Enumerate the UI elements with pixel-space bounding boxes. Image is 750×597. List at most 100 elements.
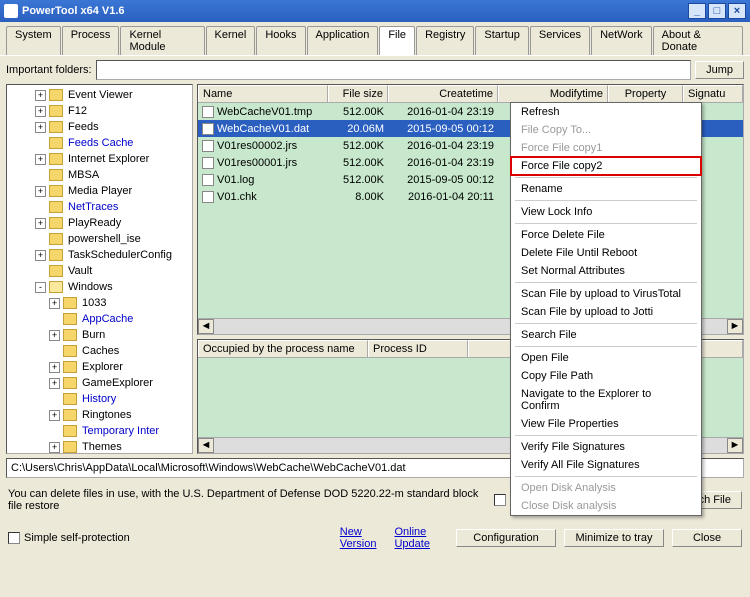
menu-item[interactable]: View File Properties	[511, 415, 701, 433]
menu-item[interactable]: Scan File by upload to Jotti	[511, 303, 701, 321]
close-icon[interactable]: ×	[728, 3, 746, 19]
col-header[interactable]: Signatu	[683, 85, 743, 102]
tree-node[interactable]: Temporary Inter	[7, 423, 192, 439]
col-process-name[interactable]: Occupied by the process name	[198, 340, 368, 357]
new-version-link[interactable]: NewVersion	[340, 526, 377, 550]
tree-node[interactable]: NetTraces	[7, 199, 192, 215]
expand-icon[interactable]: +	[49, 378, 60, 389]
tree-node[interactable]: AppCache	[7, 311, 192, 327]
tree-label: Internet Explorer	[66, 153, 151, 165]
scroll-right-icon[interactable]: ►	[727, 319, 743, 334]
tree-node[interactable]: +1033	[7, 295, 192, 311]
scroll-left-icon[interactable]: ◄	[198, 319, 214, 334]
menu-item[interactable]: Force File copy2	[511, 157, 701, 175]
tree-node[interactable]: +Explorer	[7, 359, 192, 375]
tree-node[interactable]: Vault	[7, 263, 192, 279]
tree-node[interactable]: + Burn	[7, 327, 192, 343]
expand-icon[interactable]: +	[35, 250, 46, 261]
tree-node[interactable]: +Themes	[7, 439, 192, 454]
menu-item[interactable]: Verify All File Signatures	[511, 456, 701, 474]
expand-icon[interactable]: +	[49, 410, 60, 421]
tree-node[interactable]: +TaskSchedulerConfig	[7, 247, 192, 263]
tree-node[interactable]: powershell_ise	[7, 231, 192, 247]
expand-icon[interactable]: +	[49, 298, 60, 309]
menu-item[interactable]: Navigate to the Explorer to Confirm	[511, 385, 701, 415]
menu-item[interactable]: Open File	[511, 349, 701, 367]
tree-label: Burn	[80, 329, 107, 341]
menu-item[interactable]: Force Delete File	[511, 226, 701, 244]
tree-node[interactable]: +F12	[7, 103, 192, 119]
tree-label: MBSA	[66, 169, 101, 181]
menu-item[interactable]: Set Normal Attributes	[511, 262, 701, 280]
tree-node[interactable]: +GameExplorer	[7, 375, 192, 391]
tab-process[interactable]: Process	[62, 26, 120, 55]
tree-node[interactable]: +Ringtones	[7, 407, 192, 423]
col-header[interactable]: File size	[328, 85, 388, 102]
tab-startup[interactable]: Startup	[475, 26, 528, 55]
tree-node[interactable]: Feeds Cache	[7, 135, 192, 151]
col-process-id[interactable]: Process ID	[368, 340, 468, 357]
col-header[interactable]: Name	[198, 85, 328, 102]
minimize-tray-button[interactable]: Minimize to tray	[564, 529, 664, 547]
menu-item[interactable]: Refresh	[511, 103, 701, 121]
tree-node[interactable]: -Windows	[7, 279, 192, 295]
configuration-button[interactable]: Configuration	[456, 529, 556, 547]
folder-icon	[63, 297, 77, 309]
tab-registry[interactable]: Registry	[416, 26, 474, 55]
tree-label: Caches	[80, 345, 121, 357]
expand-icon[interactable]: -	[35, 282, 46, 293]
tab-application[interactable]: Application	[307, 26, 379, 55]
expand-icon[interactable]: +	[35, 218, 46, 229]
tab-file[interactable]: File	[379, 26, 415, 55]
folder-tree[interactable]: +Event Viewer+F12+Feeds Feeds Cache + Inter…	[6, 84, 193, 454]
tree-node[interactable]: + Internet Explorer	[7, 151, 192, 167]
menu-item[interactable]: Scan File by upload to VirusTotal	[511, 285, 701, 303]
tree-label: History	[80, 393, 118, 405]
expand-icon[interactable]: +	[35, 90, 46, 101]
tab-network[interactable]: NetWork	[591, 26, 652, 55]
expand-icon[interactable]: +	[49, 362, 60, 373]
file-icon	[202, 191, 214, 203]
simple-self-protection-checkbox[interactable]: Simple self-protection	[8, 532, 130, 544]
tree-node[interactable]: +Event Viewer	[7, 87, 192, 103]
col-header[interactable]: Modifytime	[498, 85, 608, 102]
tab-kernel-module[interactable]: Kernel Module	[120, 26, 204, 55]
menu-item[interactable]: Rename	[511, 180, 701, 198]
tree-node[interactable]: +Media Player	[7, 183, 192, 199]
expand-icon[interactable]: +	[35, 154, 46, 165]
close-button[interactable]: Close	[672, 529, 742, 547]
expand-icon[interactable]: +	[35, 186, 46, 197]
expand-icon[interactable]: +	[49, 442, 60, 453]
minimize-icon[interactable]: _	[688, 3, 706, 19]
tree-node[interactable]: +PlayReady	[7, 215, 192, 231]
jump-button[interactable]: Jump	[695, 61, 744, 79]
menu-item[interactable]: Search File	[511, 326, 701, 344]
expand-icon[interactable]: +	[35, 122, 46, 133]
tab-about-donate[interactable]: About & Donate	[653, 26, 743, 55]
tab-system[interactable]: System	[6, 26, 61, 55]
tree-node[interactable]: Caches	[7, 343, 192, 359]
tree-label: Feeds Cache	[66, 137, 135, 149]
menu-item[interactable]: Delete File Until Reboot	[511, 244, 701, 262]
maximize-icon[interactable]: □	[708, 3, 726, 19]
tab-kernel[interactable]: Kernel	[206, 26, 256, 55]
expand-icon[interactable]: +	[49, 330, 60, 341]
tree-node[interactable]: MBSA	[7, 167, 192, 183]
tab-services[interactable]: Services	[530, 26, 590, 55]
tree-node[interactable]: +Feeds	[7, 119, 192, 135]
online-update-link[interactable]: OnlineUpdate	[394, 526, 429, 550]
menu-item[interactable]: Verify File Signatures	[511, 438, 701, 456]
scroll-left-icon[interactable]: ◄	[198, 438, 214, 453]
folder-combo[interactable]	[96, 60, 692, 80]
titlebar: PowerTool x64 V1.6 _ □ ×	[0, 0, 750, 22]
col-header[interactable]: Createtime	[388, 85, 498, 102]
col-header[interactable]: Property	[608, 85, 683, 102]
menu-item[interactable]: Copy File Path	[511, 367, 701, 385]
folder-icon	[49, 137, 63, 149]
expand-icon[interactable]: +	[35, 106, 46, 117]
tab-hooks[interactable]: Hooks	[256, 26, 305, 55]
folder-icon	[63, 345, 77, 357]
scroll-right-icon[interactable]: ►	[727, 438, 743, 453]
menu-item[interactable]: View Lock Info	[511, 203, 701, 221]
tree-node[interactable]: History	[7, 391, 192, 407]
